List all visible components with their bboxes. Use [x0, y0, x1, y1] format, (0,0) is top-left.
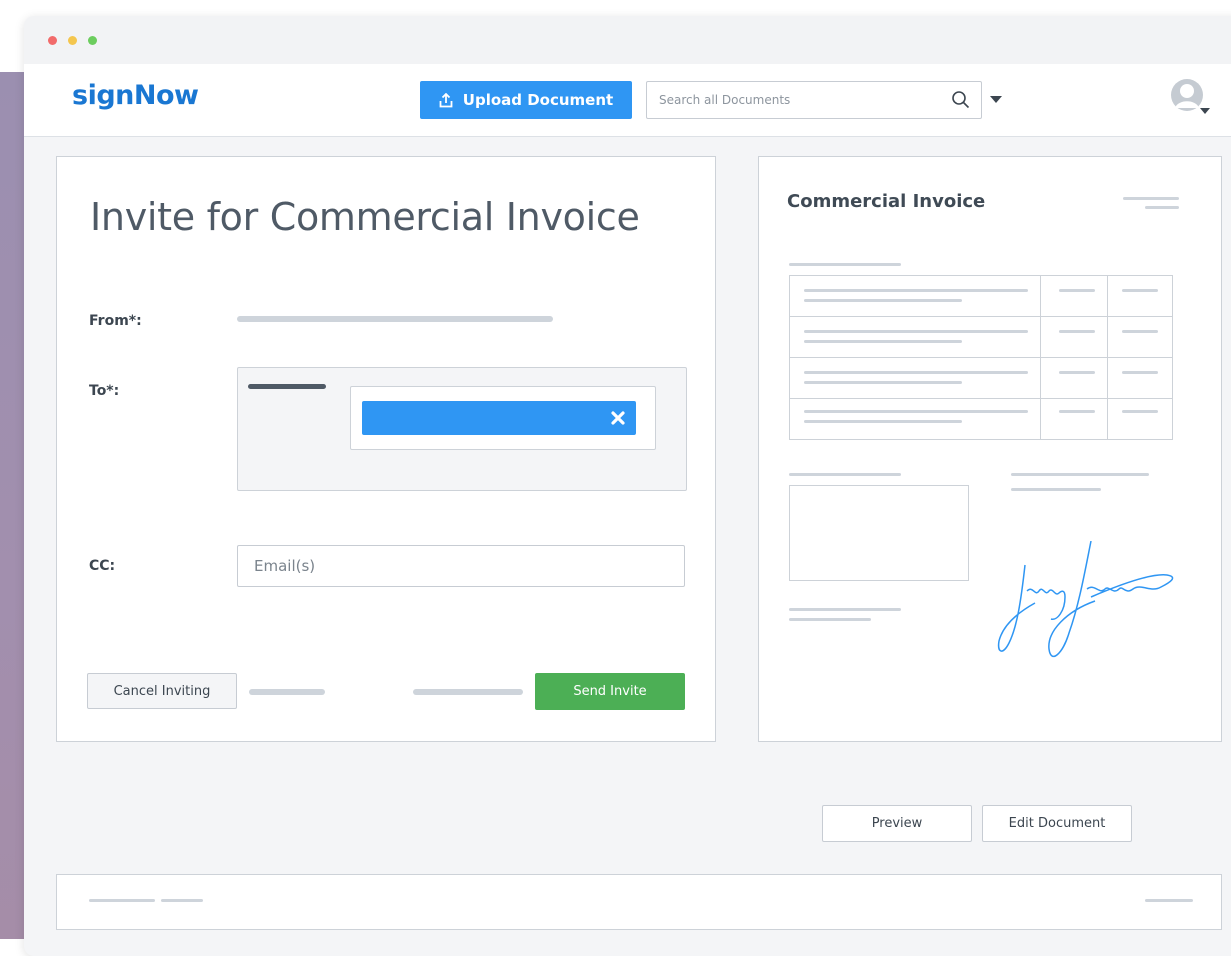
app-header: signNow Upload Document	[24, 64, 1231, 137]
to-label: To*:	[89, 383, 120, 399]
invite-title: Invite for Commercial Invoice	[90, 195, 640, 239]
user-avatar-icon[interactable]	[1170, 78, 1210, 118]
search-filter-caret-down-icon[interactable]	[990, 96, 1002, 104]
bottom-line-2	[161, 899, 203, 902]
bottom-line-3	[1145, 899, 1193, 902]
upload-icon	[439, 92, 453, 107]
send-invite-button[interactable]: Send Invite	[535, 673, 685, 710]
table-cell	[1040, 316, 1108, 358]
table-cell	[1107, 275, 1173, 317]
signnow-logo[interactable]: signNow	[72, 80, 199, 111]
window-titlebar	[24, 16, 1231, 64]
invite-panel: Invite for Commercial Invoice From*: To*…	[56, 156, 716, 742]
table-cell	[1107, 357, 1173, 399]
footer-placeholder-right	[413, 689, 523, 695]
upload-document-button[interactable]: Upload Document	[420, 81, 632, 119]
table-cell	[1040, 357, 1108, 399]
document-title: Commercial Invoice	[787, 191, 986, 212]
table-cell	[1107, 398, 1173, 440]
close-icon[interactable]	[610, 410, 626, 426]
from-label: From*:	[89, 313, 142, 329]
table-cell	[789, 316, 1041, 358]
doc-header-line-2	[1145, 206, 1179, 209]
browser-window: signNow Upload Document Invite	[24, 16, 1231, 956]
document-preview-panel: Commercial Invoice	[758, 156, 1222, 742]
table-row	[789, 357, 1173, 399]
window-minimize-dot[interactable]	[68, 36, 77, 45]
edit-document-button[interactable]: Edit Document	[982, 805, 1132, 842]
recipient-chip[interactable]	[362, 401, 636, 435]
from-value-placeholder	[237, 316, 553, 322]
doc-line-left	[789, 473, 901, 476]
window-zoom-dot[interactable]	[88, 36, 97, 45]
search-input[interactable]	[647, 82, 937, 118]
recipient-email-field[interactable]	[350, 386, 656, 450]
table-cell	[1107, 316, 1173, 358]
doc-header-line-1	[1123, 197, 1179, 200]
table-row	[789, 398, 1173, 440]
invoice-table	[789, 275, 1173, 440]
doc-line-bottom-1	[789, 608, 901, 611]
bottom-line-1	[89, 899, 155, 902]
doc-line-right-1	[1011, 473, 1149, 476]
doc-section-line	[789, 263, 901, 266]
cancel-inviting-button[interactable]: Cancel Inviting	[87, 673, 237, 709]
recipient-name-placeholder	[248, 384, 326, 389]
table-cell	[1040, 275, 1108, 317]
signature-field-box	[789, 485, 969, 581]
cc-label: CC:	[89, 558, 116, 574]
table-row	[789, 316, 1173, 358]
search-box	[646, 81, 982, 119]
table-cell	[789, 357, 1041, 399]
bottom-panel	[56, 874, 1222, 930]
window-close-dot[interactable]	[48, 36, 57, 45]
signature-graphic	[997, 541, 1174, 657]
preview-button[interactable]: Preview	[822, 805, 972, 842]
cc-email-field[interactable]	[237, 545, 685, 587]
search-icon[interactable]	[951, 90, 971, 110]
to-recipients-box[interactable]	[237, 367, 687, 491]
table-row	[789, 275, 1173, 317]
doc-line-right-2	[1011, 488, 1101, 491]
footer-placeholder-left	[249, 689, 325, 695]
upload-document-label: Upload Document	[462, 91, 614, 109]
table-cell	[789, 398, 1041, 440]
doc-line-bottom-2	[789, 618, 871, 621]
table-cell	[789, 275, 1041, 317]
table-cell	[1040, 398, 1108, 440]
